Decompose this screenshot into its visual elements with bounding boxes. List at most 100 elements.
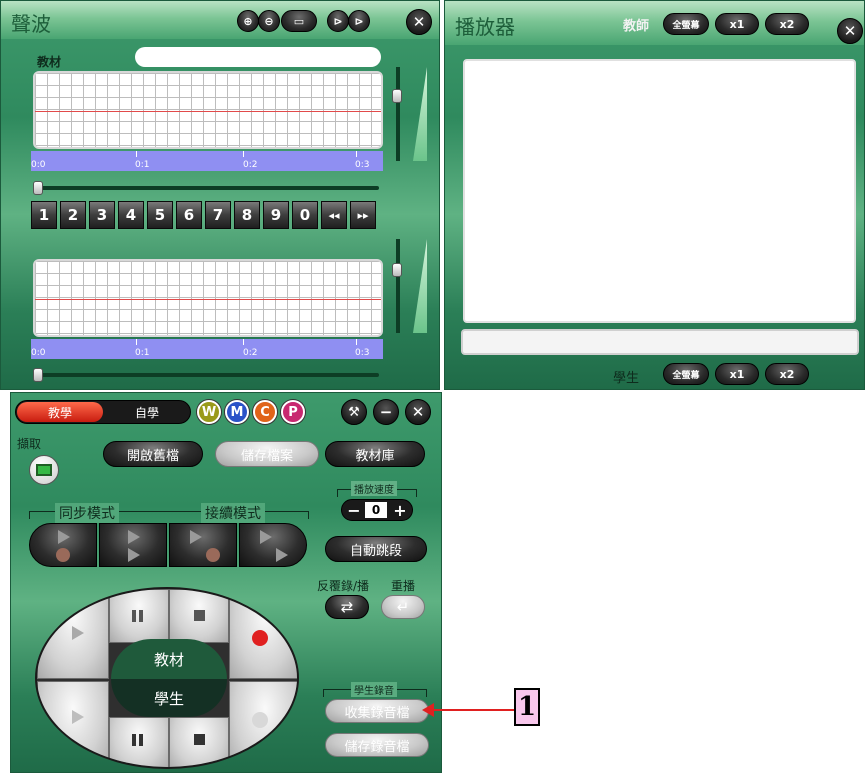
- student-fullscreen-button[interactable]: 全螢幕: [663, 363, 709, 385]
- zoom-out-icon: ⊖: [264, 14, 274, 28]
- waveform-baseline: [35, 111, 381, 112]
- word-button[interactable]: W: [197, 400, 221, 424]
- student-position-knob[interactable]: [33, 368, 43, 382]
- sync-play-button[interactable]: [99, 523, 167, 567]
- replay-icon: ↵: [396, 598, 410, 616]
- tick-3: 0:3: [355, 160, 370, 170]
- teacher-x1-button[interactable]: x1: [715, 13, 759, 35]
- repeat-button[interactable]: ⇄: [325, 595, 369, 619]
- sync-record-button[interactable]: [29, 523, 97, 567]
- video-area[interactable]: [463, 59, 856, 323]
- student-pause-button[interactable]: [109, 717, 169, 767]
- key-4[interactable]: 4: [118, 201, 144, 229]
- student-video-strip[interactable]: [461, 329, 859, 355]
- material-filename-field[interactable]: [135, 47, 381, 67]
- waveform-panel: 聲波 ⊕ ⊖ ▭ ⊳ ⊳ ✕ 教材 0:0 0:1 0:2 0:3 1 2 3 …: [0, 0, 440, 390]
- player-close-button[interactable]: ✕: [837, 18, 863, 44]
- open-file-button[interactable]: 開啟舊檔: [103, 441, 203, 467]
- control-close-button[interactable]: ✕: [405, 399, 431, 425]
- speed-plus-button[interactable]: +: [391, 501, 409, 520]
- save-recordings-button[interactable]: 儲存錄音檔: [325, 733, 429, 757]
- student-stop-button[interactable]: [169, 717, 229, 767]
- tools-icon: ⚒: [348, 404, 360, 420]
- waveform-titlebar: [1, 1, 439, 39]
- teacher-label: 教師: [623, 19, 650, 34]
- key-1[interactable]: 1: [31, 201, 57, 229]
- student-x2-button[interactable]: x2: [765, 363, 809, 385]
- key-8[interactable]: 8: [234, 201, 260, 229]
- key-2[interactable]: 2: [60, 201, 86, 229]
- forward-key[interactable]: ▸▸: [350, 201, 376, 229]
- ruler-button[interactable]: ▭: [281, 10, 317, 32]
- material-stop-button[interactable]: [169, 589, 229, 643]
- student-timeline[interactable]: 0:0 0:1 0:2 0:3: [31, 339, 383, 359]
- media-button[interactable]: M: [225, 400, 249, 424]
- pause-icon: [132, 734, 136, 746]
- segment-keypad: 1 2 3 4 5 6 7 8 9 0 ◂◂ ▸▸: [31, 201, 383, 229]
- waveform-title: 聲波: [11, 12, 51, 36]
- tick-0: 0:0: [31, 348, 46, 358]
- tick-3: 0:3: [355, 348, 370, 358]
- key-3[interactable]: 3: [89, 201, 115, 229]
- minimize-icon: −: [379, 403, 393, 421]
- save-file-button[interactable]: 儲存檔案: [215, 441, 319, 467]
- speed-minus-button[interactable]: −: [345, 501, 363, 520]
- student-play-button[interactable]: [37, 681, 109, 767]
- material-timeline[interactable]: 0:0 0:1 0:2 0:3: [31, 151, 383, 171]
- callout-arrow-line: [430, 709, 516, 711]
- student-waveform[interactable]: [33, 259, 383, 337]
- material-oval-label: 教材: [111, 639, 227, 679]
- repeat-icon: ⇄: [340, 598, 354, 616]
- tab-teach[interactable]: 教學: [17, 402, 103, 422]
- material-play-button[interactable]: [37, 589, 109, 679]
- play-icon: [72, 710, 84, 724]
- student-x1-button[interactable]: x1: [715, 363, 759, 385]
- waveform-baseline: [35, 299, 381, 300]
- zoom-in-icon: ⊕: [243, 14, 253, 28]
- material-volume-knob[interactable]: [392, 89, 402, 103]
- mark-start-button[interactable]: ⊳: [327, 10, 349, 32]
- tools-button[interactable]: ⚒: [341, 399, 367, 425]
- teacher-fullscreen-button[interactable]: 全螢幕: [663, 13, 709, 35]
- mark-end-button[interactable]: ⊳: [348, 10, 370, 32]
- material-position-knob[interactable]: [33, 181, 43, 195]
- tab-self-study[interactable]: 自學: [105, 402, 189, 422]
- key-6[interactable]: 6: [176, 201, 202, 229]
- replay-button[interactable]: ↵: [381, 595, 425, 619]
- relay-record-button[interactable]: [169, 523, 237, 567]
- material-position-track[interactable]: [33, 186, 379, 190]
- replay-label: 重播: [391, 579, 416, 593]
- student-volume-knob[interactable]: [392, 263, 402, 277]
- key-9[interactable]: 9: [263, 201, 289, 229]
- control-panel: 教學 自學 W M C P ⚒ − ✕ 擷取 開啟舊檔 儲存檔案 教材庫 同步模…: [10, 392, 442, 773]
- key-7[interactable]: 7: [205, 201, 231, 229]
- library-button[interactable]: 教材庫: [325, 441, 425, 467]
- material-record-button[interactable]: [229, 589, 297, 679]
- zoom-in-button[interactable]: ⊕: [237, 10, 259, 32]
- close-icon: ✕: [411, 403, 425, 421]
- auto-jump-button[interactable]: 自動跳段: [325, 536, 427, 562]
- capture-button[interactable]: [29, 455, 59, 485]
- callout-arrow-head: [422, 703, 434, 717]
- student-volume-track[interactable]: [396, 239, 400, 333]
- material-pause-button[interactable]: [109, 589, 169, 643]
- material-waveform[interactable]: [33, 71, 383, 149]
- teacher-x2-button[interactable]: x2: [765, 13, 809, 35]
- minimize-button[interactable]: −: [373, 399, 399, 425]
- player-panel: 播放器 教師 全螢幕 x1 x2 ✕ 學生 全螢幕 x1 x2: [444, 0, 865, 390]
- key-5[interactable]: 5: [147, 201, 173, 229]
- capture-c-button[interactable]: C: [253, 400, 277, 424]
- rewind-key[interactable]: ◂◂: [321, 201, 347, 229]
- zoom-out-button[interactable]: ⊖: [258, 10, 280, 32]
- student-record-button[interactable]: [229, 681, 297, 767]
- powerpoint-button[interactable]: P: [281, 400, 305, 424]
- key-0[interactable]: 0: [292, 201, 318, 229]
- callout-number: 1: [514, 688, 540, 726]
- student-position-track[interactable]: [33, 373, 379, 377]
- material-volume-track[interactable]: [396, 67, 400, 161]
- material-label: 教材: [37, 55, 62, 69]
- waveform-close-button[interactable]: ✕: [406, 9, 432, 35]
- flag-left-icon: ⊳: [333, 14, 343, 28]
- collect-recordings-button[interactable]: 收集錄音檔: [325, 699, 429, 723]
- relay-play-button[interactable]: [239, 523, 307, 567]
